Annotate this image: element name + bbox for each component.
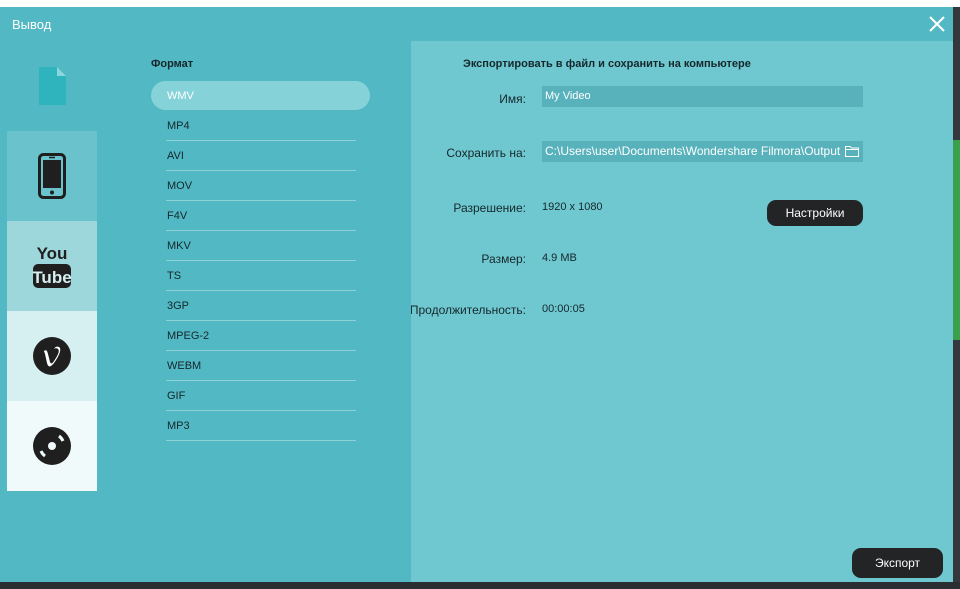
format-column: Формат WMV MP4 AVI MOV F4V MKV TS 3GP MP… bbox=[97, 41, 411, 582]
name-label: Имя: bbox=[499, 92, 526, 106]
format-item-label: WEBM bbox=[167, 360, 202, 372]
format-item-label: WMV bbox=[167, 90, 194, 102]
phone-icon bbox=[38, 153, 66, 199]
format-item-avi[interactable]: AVI bbox=[151, 141, 371, 171]
save-location-value: C:\Users\user\Documents\Wondershare Film… bbox=[545, 144, 841, 158]
save-location-label: Сохранить на: bbox=[446, 146, 526, 160]
tab-youtube[interactable]: You Tube bbox=[7, 221, 97, 311]
resolution-value: 1920 x 1080 bbox=[542, 201, 603, 213]
format-item-label: MPEG-2 bbox=[167, 330, 210, 342]
resolution-label: Разрешение: bbox=[453, 201, 526, 215]
export-button[interactable]: Экспорт bbox=[852, 548, 943, 578]
format-item-mkv[interactable]: MKV bbox=[151, 231, 371, 261]
panel-title: Экспортировать в файл и сохранить на ком… bbox=[463, 58, 751, 70]
background-timeline-clip bbox=[953, 140, 960, 340]
format-item-webm[interactable]: WEBM bbox=[151, 351, 371, 381]
youtube-icon: You Tube bbox=[32, 244, 72, 288]
background-app-strip bbox=[0, 0, 960, 7]
duration-label: Продолжительность: bbox=[411, 303, 526, 317]
duration-value: 00:00:05 bbox=[542, 303, 585, 315]
format-divider bbox=[166, 440, 356, 441]
format-item-label: TS bbox=[167, 270, 182, 282]
name-input[interactable]: My Video bbox=[542, 86, 863, 107]
dialog-title: Вывод bbox=[12, 17, 52, 32]
format-item-label: 3GP bbox=[167, 300, 190, 312]
svg-text:Tube: Tube bbox=[32, 268, 71, 287]
folder-icon[interactable] bbox=[845, 145, 859, 157]
format-item-label: MP3 bbox=[167, 420, 190, 432]
format-item-label: MP4 bbox=[167, 120, 190, 132]
export-settings-panel: Экспортировать в файл и сохранить на ком… bbox=[411, 41, 953, 582]
format-item-label: GIF bbox=[167, 390, 186, 402]
file-icon bbox=[39, 67, 66, 105]
format-item-label: MKV bbox=[167, 240, 191, 252]
output-category-tabs: You Tube bbox=[7, 41, 110, 491]
size-label: Размер: bbox=[481, 252, 526, 266]
format-item-label: AVI bbox=[167, 150, 184, 162]
background-app-bottom bbox=[0, 582, 960, 589]
format-item-wmv[interactable]: WMV bbox=[151, 81, 371, 111]
close-button[interactable] bbox=[925, 12, 949, 36]
format-item-mov[interactable]: MOV bbox=[151, 171, 371, 201]
svg-text:You: You bbox=[37, 244, 68, 263]
tab-device[interactable] bbox=[7, 131, 97, 221]
settings-button[interactable]: Настройки bbox=[767, 200, 863, 226]
format-item-ts[interactable]: TS bbox=[151, 261, 371, 291]
size-value: 4.9 MB bbox=[542, 252, 577, 264]
format-item-label: F4V bbox=[167, 210, 188, 222]
format-item-3gp[interactable]: 3GP bbox=[151, 291, 371, 321]
export-dialog: Вывод You Tube Формат WMV MP4 AVI MOV F4… bbox=[0, 7, 953, 582]
dialog-titlebar: Вывод bbox=[0, 7, 953, 41]
save-location-input[interactable]: C:\Users\user\Documents\Wondershare Film… bbox=[542, 141, 863, 162]
tab-dvd[interactable] bbox=[7, 401, 97, 491]
tab-local-file[interactable] bbox=[7, 41, 110, 131]
vimeo-icon bbox=[33, 337, 71, 375]
format-item-mpeg2[interactable]: MPEG-2 bbox=[151, 321, 371, 351]
format-item-mp3[interactable]: MP3 bbox=[151, 411, 371, 441]
close-icon bbox=[929, 16, 945, 32]
format-item-f4v[interactable]: F4V bbox=[151, 201, 371, 231]
disc-icon bbox=[33, 427, 71, 465]
tab-vimeo[interactable] bbox=[7, 311, 97, 401]
format-heading: Формат bbox=[151, 58, 194, 70]
format-item-label: MOV bbox=[167, 180, 193, 192]
format-list: WMV MP4 AVI MOV F4V MKV TS 3GP MPEG-2 WE… bbox=[151, 81, 371, 441]
format-item-gif[interactable]: GIF bbox=[151, 381, 371, 411]
format-item-mp4[interactable]: MP4 bbox=[151, 111, 371, 141]
